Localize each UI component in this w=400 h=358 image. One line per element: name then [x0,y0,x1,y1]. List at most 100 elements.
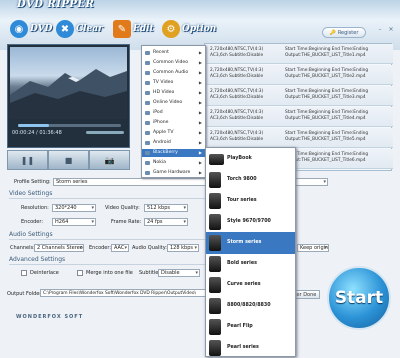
arrow-right-icon: ▶ [198,70,202,75]
encoder-select[interactable]: H264 [52,218,96,226]
blackberry-submenu: PlayBook Torch 9800 Tour series Style 96… [205,147,296,357]
audio-quality-select[interactable]: 128 kbps [167,244,199,252]
time-readout: 00:00:24 / 01:36:48 [12,130,62,136]
menu-item-android[interactable]: Android ▶ [142,139,205,147]
video-icon [145,61,150,65]
menu-item-hd-video[interactable]: HD Video ▶ [142,89,205,97]
ipod-icon [145,111,150,115]
output-folder-select[interactable]: C:\Program Files\Wonderfox Soft\Wonderfo… [40,289,210,297]
arrow-right-icon: ▶ [198,60,202,65]
menu-item-bold-series[interactable]: Bold series [206,253,295,275]
tablet-icon [209,154,224,165]
pause-icon: ❚❚ [20,155,35,165]
seek-bar[interactable] [18,124,121,127]
app-window: DVD RIPPER ◉ DVD ✖ Clear ✎ Edit ⚙ Option… [0,0,400,358]
audio-icon [145,71,150,75]
arrow-right-icon: ▶ [198,120,202,125]
video-quality-select[interactable]: 512 kbps [144,204,188,212]
blackberry-icon [145,151,150,155]
pause-button[interactable]: ❚❚ [7,150,48,170]
phone-icon [209,277,221,293]
android-icon [145,141,150,145]
arrow-right-icon: ▶ [198,90,202,95]
menu-item-nokia[interactable]: Nokia ▶ [142,159,205,167]
hd-icon [145,91,150,95]
online-icon [145,101,150,105]
phone-icon [209,298,221,314]
phone-icon [209,340,221,356]
menu-item-pearl-flip[interactable]: Pearl Flip [206,316,295,338]
video-preview [10,47,127,119]
phone-icon [209,214,221,230]
volume-slider[interactable] [86,131,124,134]
file-row[interactable]: 2,720x480,NTSC,TV(4:3) AC3,6ch Subtitle:… [205,86,393,106]
menu-item-ipod[interactable]: iPod ▶ [142,109,205,117]
option-button[interactable]: ⚙ Option [162,14,216,44]
mountain-scene [10,69,127,119]
arrow-right-icon: ▶ [198,110,202,115]
menu-item-style[interactable]: Style 9670/9700 [206,211,295,233]
tv-icon [145,81,150,85]
arrow-right-icon: ▶ [198,50,202,55]
menu-item-iphone[interactable]: iPhone ▶ [142,119,205,127]
start-button[interactable]: Start [327,266,391,330]
menu-item-game-hardware[interactable]: Game Hardware ▶ [142,169,205,177]
stop-icon: ■ [64,155,73,165]
clear-icon: ✖ [56,20,74,38]
resolution-select[interactable]: 320*240 [52,204,96,212]
dvd-icon: ◉ [10,20,28,38]
keep-original-select[interactable]: Keep origina [297,244,329,252]
edit-button[interactable]: ✎ Edit [113,14,154,44]
menu-item-playbook[interactable]: PlayBook [206,148,295,170]
app-title: DVD RIPPER [17,0,95,10]
menu-item-apple-tv[interactable]: Apple TV ▶ [142,129,205,137]
register-button[interactable]: 🔑 Register [322,27,366,38]
menu-item-torch-9800[interactable]: Torch 9800 [206,169,295,191]
game-icon [145,171,150,175]
arrow-right-icon: ▶ [198,150,202,155]
seek-progress [18,124,49,127]
phone-icon [209,319,221,335]
subtitle-select[interactable]: Disable [158,269,200,277]
phone-icon [209,256,221,272]
menu-item-tv-video[interactable]: TV Video ▶ [142,79,205,87]
phone-icon [209,172,221,188]
menu-item-pearl-series[interactable]: Pearl series [206,337,295,358]
minimize-icon[interactable]: – [376,26,384,34]
menu-item-common-video[interactable]: Common Video ▶ [142,59,205,67]
menu-item-common-audio[interactable]: Common Audio ▶ [142,69,205,77]
file-row[interactable]: 2,720x480,NTSC,TV(4:3) AC3,6ch Subtitle:… [205,44,393,64]
apple-tv-icon [145,131,150,135]
frame-rate-select[interactable]: 24 fps [144,218,188,226]
arrow-right-icon: ▶ [198,130,202,135]
audio-encoder-select[interactable]: AAC [111,244,129,252]
file-row[interactable]: 2,720x480,NTSC,TV(4:3) AC3,6ch Subtitle:… [205,128,393,148]
snapshot-button[interactable]: 📷 [89,150,130,170]
stop-button[interactable]: ■ [48,150,89,170]
brand-logo: WONDERFOX SOFT [16,314,84,320]
arrow-right-icon: ▶ [198,80,202,85]
dvd-button[interactable]: ◉ DVD [10,14,52,44]
menu-item-recent[interactable]: Recent ▶ [142,49,205,57]
channels-select[interactable]: 2 Channels Stereo [34,244,84,252]
merge-checkbox[interactable] [77,270,83,276]
menu-item-tour-series[interactable]: Tour series [206,190,295,212]
nokia-icon [145,161,150,165]
menu-item-8800[interactable]: 8800/8820/8830 [206,295,295,317]
clear-button[interactable]: ✖ Clear [56,14,103,44]
menu-item-blackberry[interactable]: BlackBerry ▶ [142,149,205,157]
close-icon[interactable]: ✕ [387,26,395,34]
menu-item-storm-series[interactable]: Storm series [206,232,295,254]
menu-item-curve-series[interactable]: Curve series [206,274,295,296]
edit-icon: ✎ [113,20,131,38]
menu-item-online-video[interactable]: Online Video ▶ [142,99,205,107]
device-category-menu: Recent ▶ Common Video ▶ Common Audio ▶ TV V… [141,45,206,178]
option-icon: ⚙ [162,20,180,38]
deinterlace-checkbox[interactable] [21,270,27,276]
arrow-right-icon: ▶ [198,170,202,175]
file-row[interactable]: 2,720x480,NTSC,TV(4:3) AC3,6ch Subtitle:… [205,65,393,85]
arrow-right-icon: ▶ [198,100,202,105]
arrow-right-icon: ▶ [198,160,202,165]
file-row[interactable]: 2,720x480,NTSC,TV(4:3) AC3,6ch Subtitle:… [205,107,393,127]
lock-icon: 🔑 [329,29,336,36]
